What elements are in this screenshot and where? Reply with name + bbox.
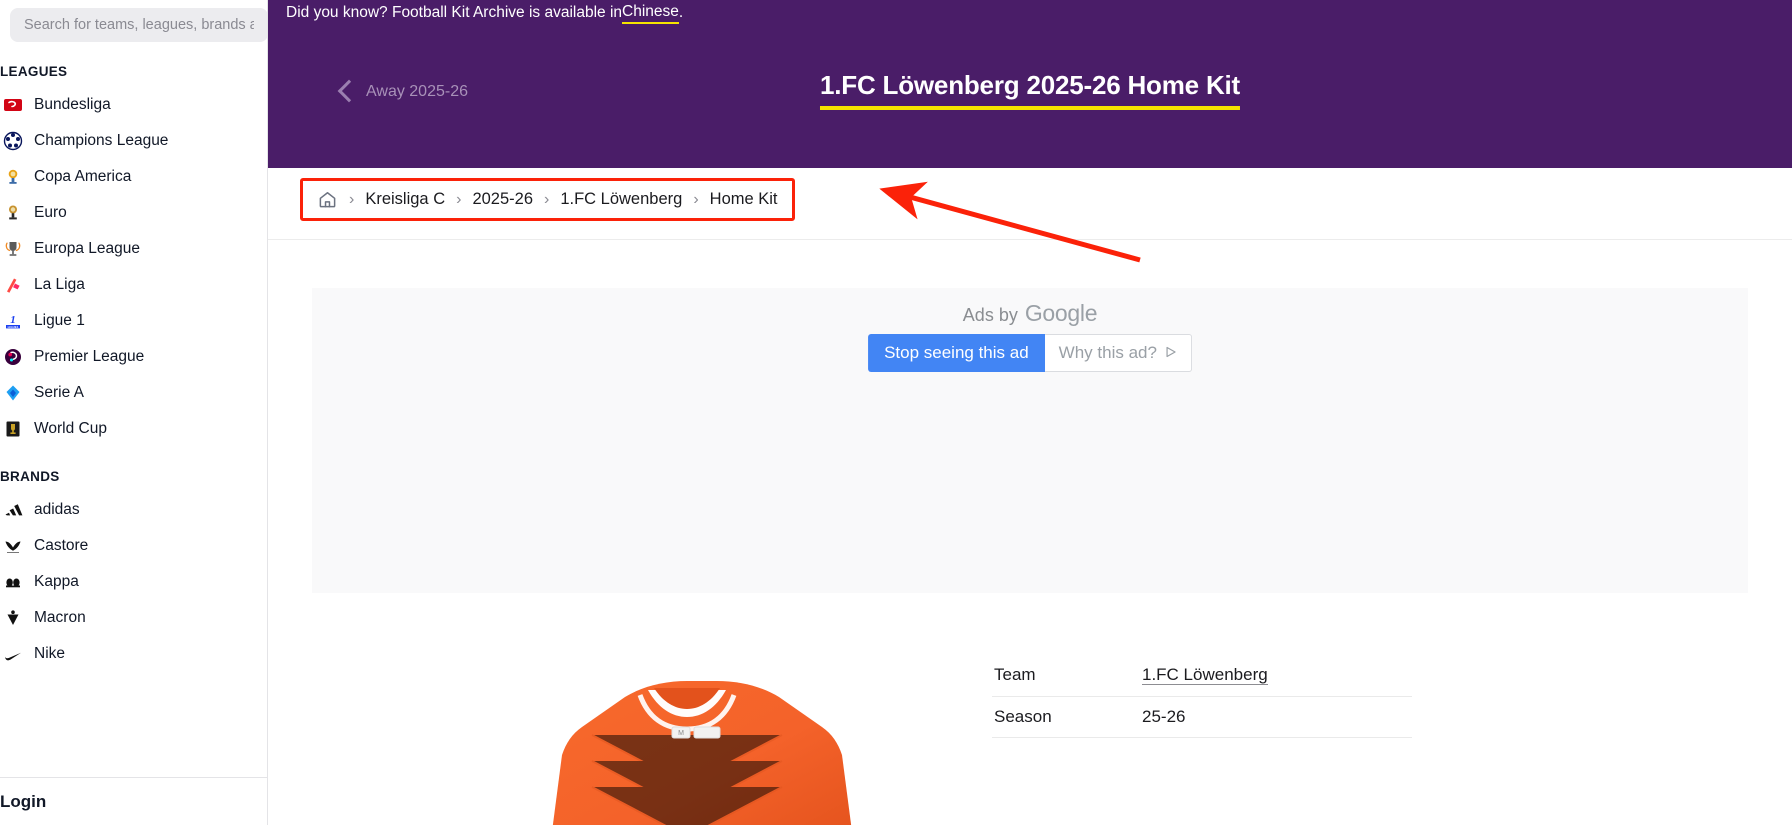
bundesliga-logo-icon xyxy=(2,94,24,116)
sidebar-item-nike[interactable]: Nike xyxy=(0,636,267,672)
why-this-ad-label: Why this ad? xyxy=(1058,343,1157,362)
ads-by-text: Ads by xyxy=(962,305,1018,325)
back-link-label: Away 2025-26 xyxy=(366,83,468,100)
la-liga-logo-icon xyxy=(2,274,24,296)
breadcrumb-item-league[interactable]: Kreisliga C xyxy=(365,190,445,209)
sidebar-item-champions-league[interactable]: Champions League xyxy=(0,123,267,159)
breadcrumb-zone: › Kreisliga C › 2025-26 › 1.FC Löwenberg… xyxy=(268,168,1792,263)
banner-text-before: Did you know? Football Kit Archive is av… xyxy=(286,4,623,21)
search-input[interactable] xyxy=(10,8,267,42)
sidebar-item-ligue-1[interactable]: 1 LIGUE1 Ligue 1 xyxy=(0,303,267,339)
kit-shirt-image[interactable]: M xyxy=(522,665,852,825)
sidebar-item-copa-america[interactable]: Copa America xyxy=(0,159,267,195)
advertisement-container: Ads by Google Stop seeing this ad Why th… xyxy=(312,288,1748,593)
breadcrumb-item-season[interactable]: 2025-26 xyxy=(472,190,533,209)
sidebar-item-premier-league[interactable]: Premier League xyxy=(0,339,267,375)
euro-logo-icon xyxy=(2,202,24,224)
sidebar: LEAGUES Bundesliga Champions League xyxy=(0,0,268,825)
sidebar-item-label: Macron xyxy=(34,609,86,626)
macron-logo-icon xyxy=(2,607,24,629)
sidebar-item-label: La Liga xyxy=(34,276,85,293)
sidebar-item-bundesliga[interactable]: Bundesliga xyxy=(0,87,267,123)
sidebar-item-label: Copa America xyxy=(34,168,132,185)
sidebar-item-label: Castore xyxy=(34,537,89,554)
sidebar-item-label: Euro xyxy=(34,204,67,221)
main-content: Did you know? Football Kit Archive is av… xyxy=(268,0,1792,825)
sidebar-item-label: Kappa xyxy=(34,573,79,590)
breadcrumb-separator: › xyxy=(693,190,699,208)
kit-detail-row: M Team 1.FC Löwenberg Season 25-26 xyxy=(268,641,1792,825)
page-title-container: 1.FC Löwenberg 2025-26 Home Kit xyxy=(819,70,1240,110)
castore-logo-icon xyxy=(2,535,24,557)
breadcrumb: › Kreisliga C › 2025-26 › 1.FC Löwenberg… xyxy=(300,178,795,221)
page-title: 1.FC Löwenberg 2025-26 Home Kit xyxy=(819,70,1240,110)
sidebar-item-label: Premier League xyxy=(34,348,145,365)
sidebar-item-macron[interactable]: Macron xyxy=(0,600,267,636)
sidebar-item-adidas[interactable]: adidas xyxy=(0,492,267,528)
breadcrumb-separator: › xyxy=(456,190,462,208)
ads-by-google-label: Ads by Google xyxy=(962,300,1098,327)
login-button[interactable]: Login xyxy=(0,778,267,825)
kit-detail-table: Team 1.FC Löwenberg Season 25-26 xyxy=(992,655,1412,738)
detail-value-season: 25-26 xyxy=(1142,696,1412,738)
sidebar-item-label: Bundesliga xyxy=(34,96,111,113)
breadcrumb-item-team[interactable]: 1.FC Löwenberg xyxy=(560,190,682,209)
login-label: Login xyxy=(0,791,47,811)
leagues-section-label: LEAGUES xyxy=(0,64,68,79)
ad-controls: Stop seeing this ad Why this ad? xyxy=(868,334,1192,372)
sidebar-item-castore[interactable]: Castore xyxy=(0,528,267,564)
home-icon[interactable] xyxy=(317,189,338,210)
sidebar-item-europa-league[interactable]: Europa League xyxy=(0,231,267,267)
breadcrumb-separator: › xyxy=(349,190,355,208)
table-row: Season 25-26 xyxy=(992,696,1412,738)
champions-league-logo-icon xyxy=(2,130,24,152)
world-cup-logo-icon xyxy=(2,418,24,440)
adidas-logo-icon xyxy=(2,499,24,521)
language-banner: Did you know? Football Kit Archive is av… xyxy=(268,0,1792,26)
table-row: Team 1.FC Löwenberg xyxy=(992,655,1412,697)
serie-a-logo-icon xyxy=(2,382,24,404)
leagues-nav-list: Bundesliga Champions League Copa America xyxy=(0,87,267,447)
kit-header: Away 2025-26 1.FC Löwenberg 2025-26 Home… xyxy=(268,26,1792,168)
kit-specifications: Team 1.FC Löwenberg Season 25-26 xyxy=(992,641,1412,825)
sidebar-item-serie-a[interactable]: Serie A xyxy=(0,375,267,411)
back-to-away-kit-link[interactable]: Away 2025-26 xyxy=(338,78,468,106)
sidebar-item-kappa[interactable]: Kappa xyxy=(0,564,267,600)
team-link[interactable]: 1.FC Löwenberg xyxy=(1142,665,1268,686)
sidebar-item-label: World Cup xyxy=(34,420,107,437)
sidebar-item-label: Nike xyxy=(34,645,66,662)
brands-nav-list: adidas Castore Kappa Macron Nike xyxy=(0,492,267,672)
detail-key-season: Season xyxy=(992,696,1142,738)
sidebar-item-world-cup[interactable]: World Cup xyxy=(0,411,267,447)
brands-section-label: BRANDS xyxy=(0,469,60,484)
europa-league-logo-icon xyxy=(2,238,24,260)
svg-text:M: M xyxy=(678,730,684,737)
sidebar-item-label: adidas xyxy=(34,501,80,518)
detail-value-team: 1.FC Löwenberg xyxy=(1142,655,1412,697)
sidebar-item-label: Champions League xyxy=(34,132,169,149)
sidebar-item-label: Ligue 1 xyxy=(34,312,85,329)
copa-america-logo-icon xyxy=(2,166,24,188)
sidebar-item-label: Serie A xyxy=(34,384,84,401)
nike-logo-icon xyxy=(2,643,24,665)
banner-text-after: . xyxy=(678,4,684,21)
sidebar-item-label: Europa League xyxy=(34,240,141,257)
breadcrumb-separator: › xyxy=(544,190,550,208)
svg-text:LIGUE1: LIGUE1 xyxy=(8,325,19,329)
stop-seeing-this-ad-button[interactable]: Stop seeing this ad xyxy=(868,334,1045,372)
detail-key-team: Team xyxy=(992,655,1142,697)
breadcrumb-item-current: Home Kit xyxy=(709,190,778,208)
google-wordmark: Google xyxy=(1024,300,1098,326)
search-container xyxy=(0,0,267,42)
banner-language-link[interactable]: Chinese xyxy=(622,3,679,24)
kit-image-container: M xyxy=(312,641,962,825)
why-this-ad-button[interactable]: Why this ad? xyxy=(1044,334,1192,372)
chevron-left-icon xyxy=(338,78,354,106)
sidebar-item-la-liga[interactable]: La Liga xyxy=(0,267,267,303)
ligue-1-logo-icon: 1 LIGUE1 xyxy=(2,310,24,332)
kappa-logo-icon xyxy=(2,571,24,593)
play-triangle-icon xyxy=(1165,343,1177,363)
premier-league-logo-icon xyxy=(2,346,24,368)
sidebar-item-euro[interactable]: Euro xyxy=(0,195,267,231)
